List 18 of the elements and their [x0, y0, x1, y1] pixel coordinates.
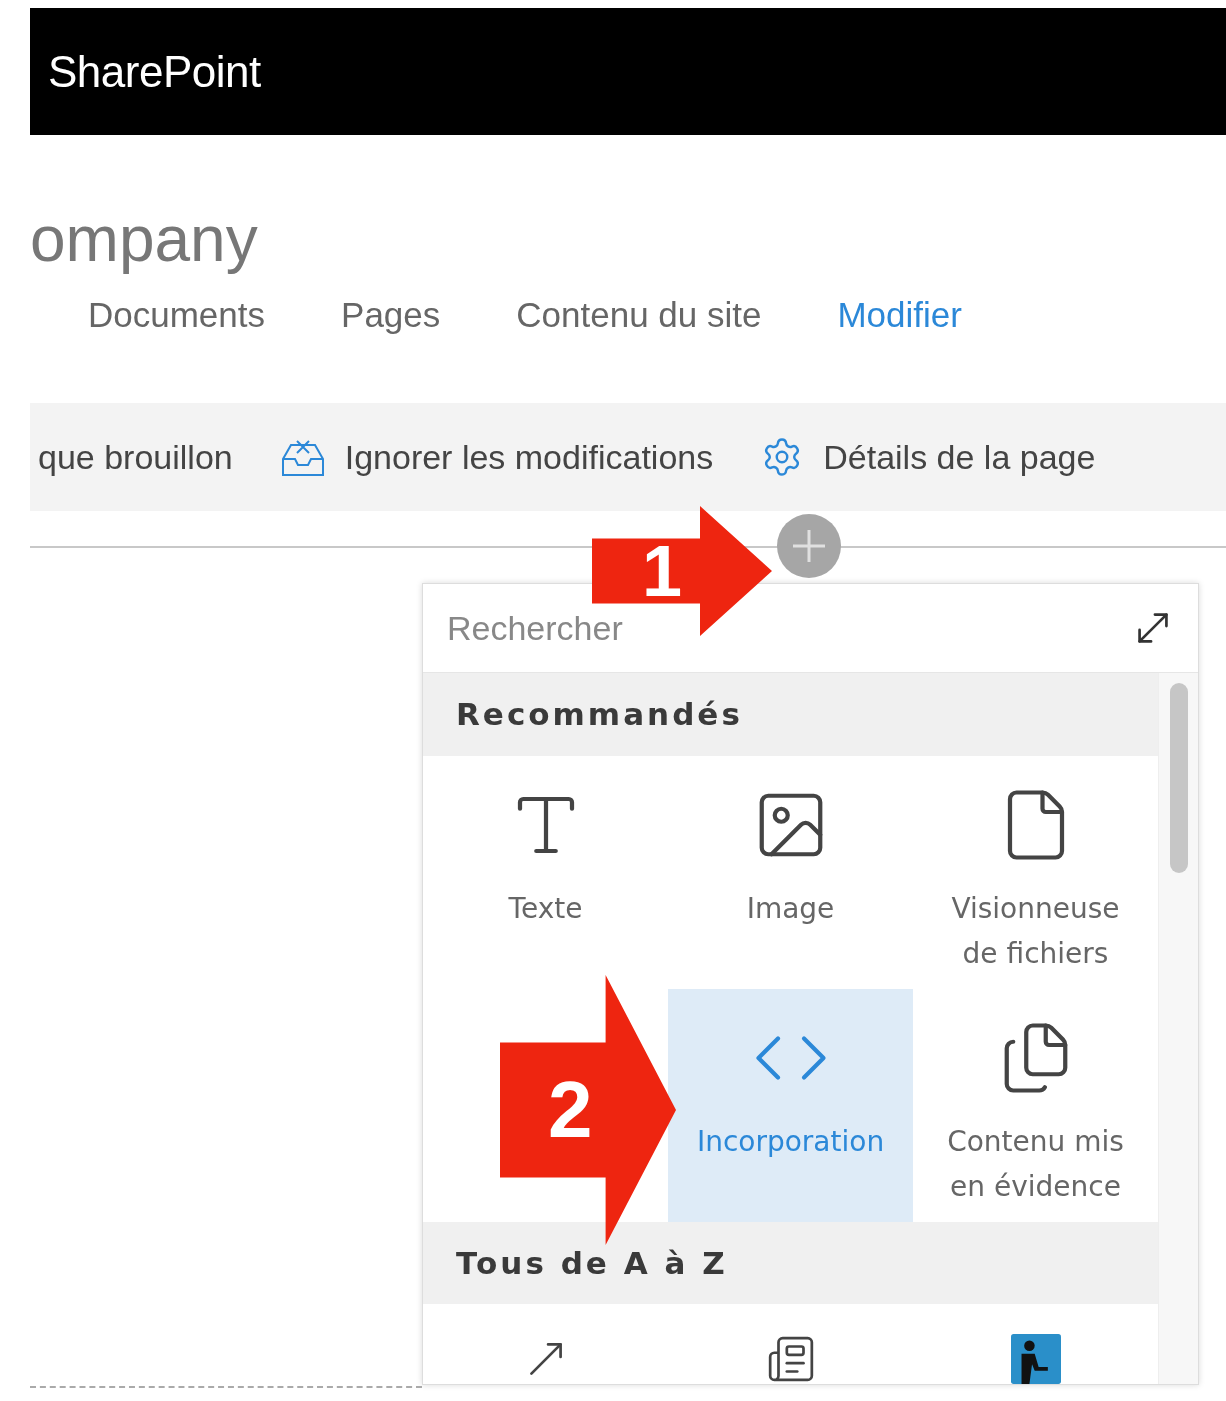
web-part-tile[interactable]: [423, 1304, 668, 1384]
nav-link[interactable]: Contenu du site: [516, 295, 762, 335]
nav-link[interactable]: Pages: [341, 295, 441, 335]
discard-icon: [280, 437, 325, 477]
plus-icon: [791, 528, 827, 564]
toolbar-button[interactable]: que brouillon: [38, 437, 233, 477]
toolbar-button[interactable]: Détails de la page: [761, 436, 1096, 478]
search-field[interactable]: Rechercher: [445, 607, 1130, 649]
section-title: Tous de A à Z: [456, 1244, 728, 1281]
web-part-tile[interactable]: Incorporation: [668, 988, 913, 1222]
scrollbar[interactable]: [1158, 673, 1198, 1384]
nav-link[interactable]: Modifier: [837, 295, 962, 335]
callout-arrow: 2: [500, 975, 676, 1245]
toolbar-button[interactable]: Ignorer les modifications: [280, 437, 714, 477]
nav-link[interactable]: Documents: [88, 295, 266, 335]
section-title: Recommandés: [456, 696, 743, 733]
scrollbar-thumb[interactable]: [1169, 683, 1188, 873]
app-title: SharePoint: [48, 46, 261, 97]
